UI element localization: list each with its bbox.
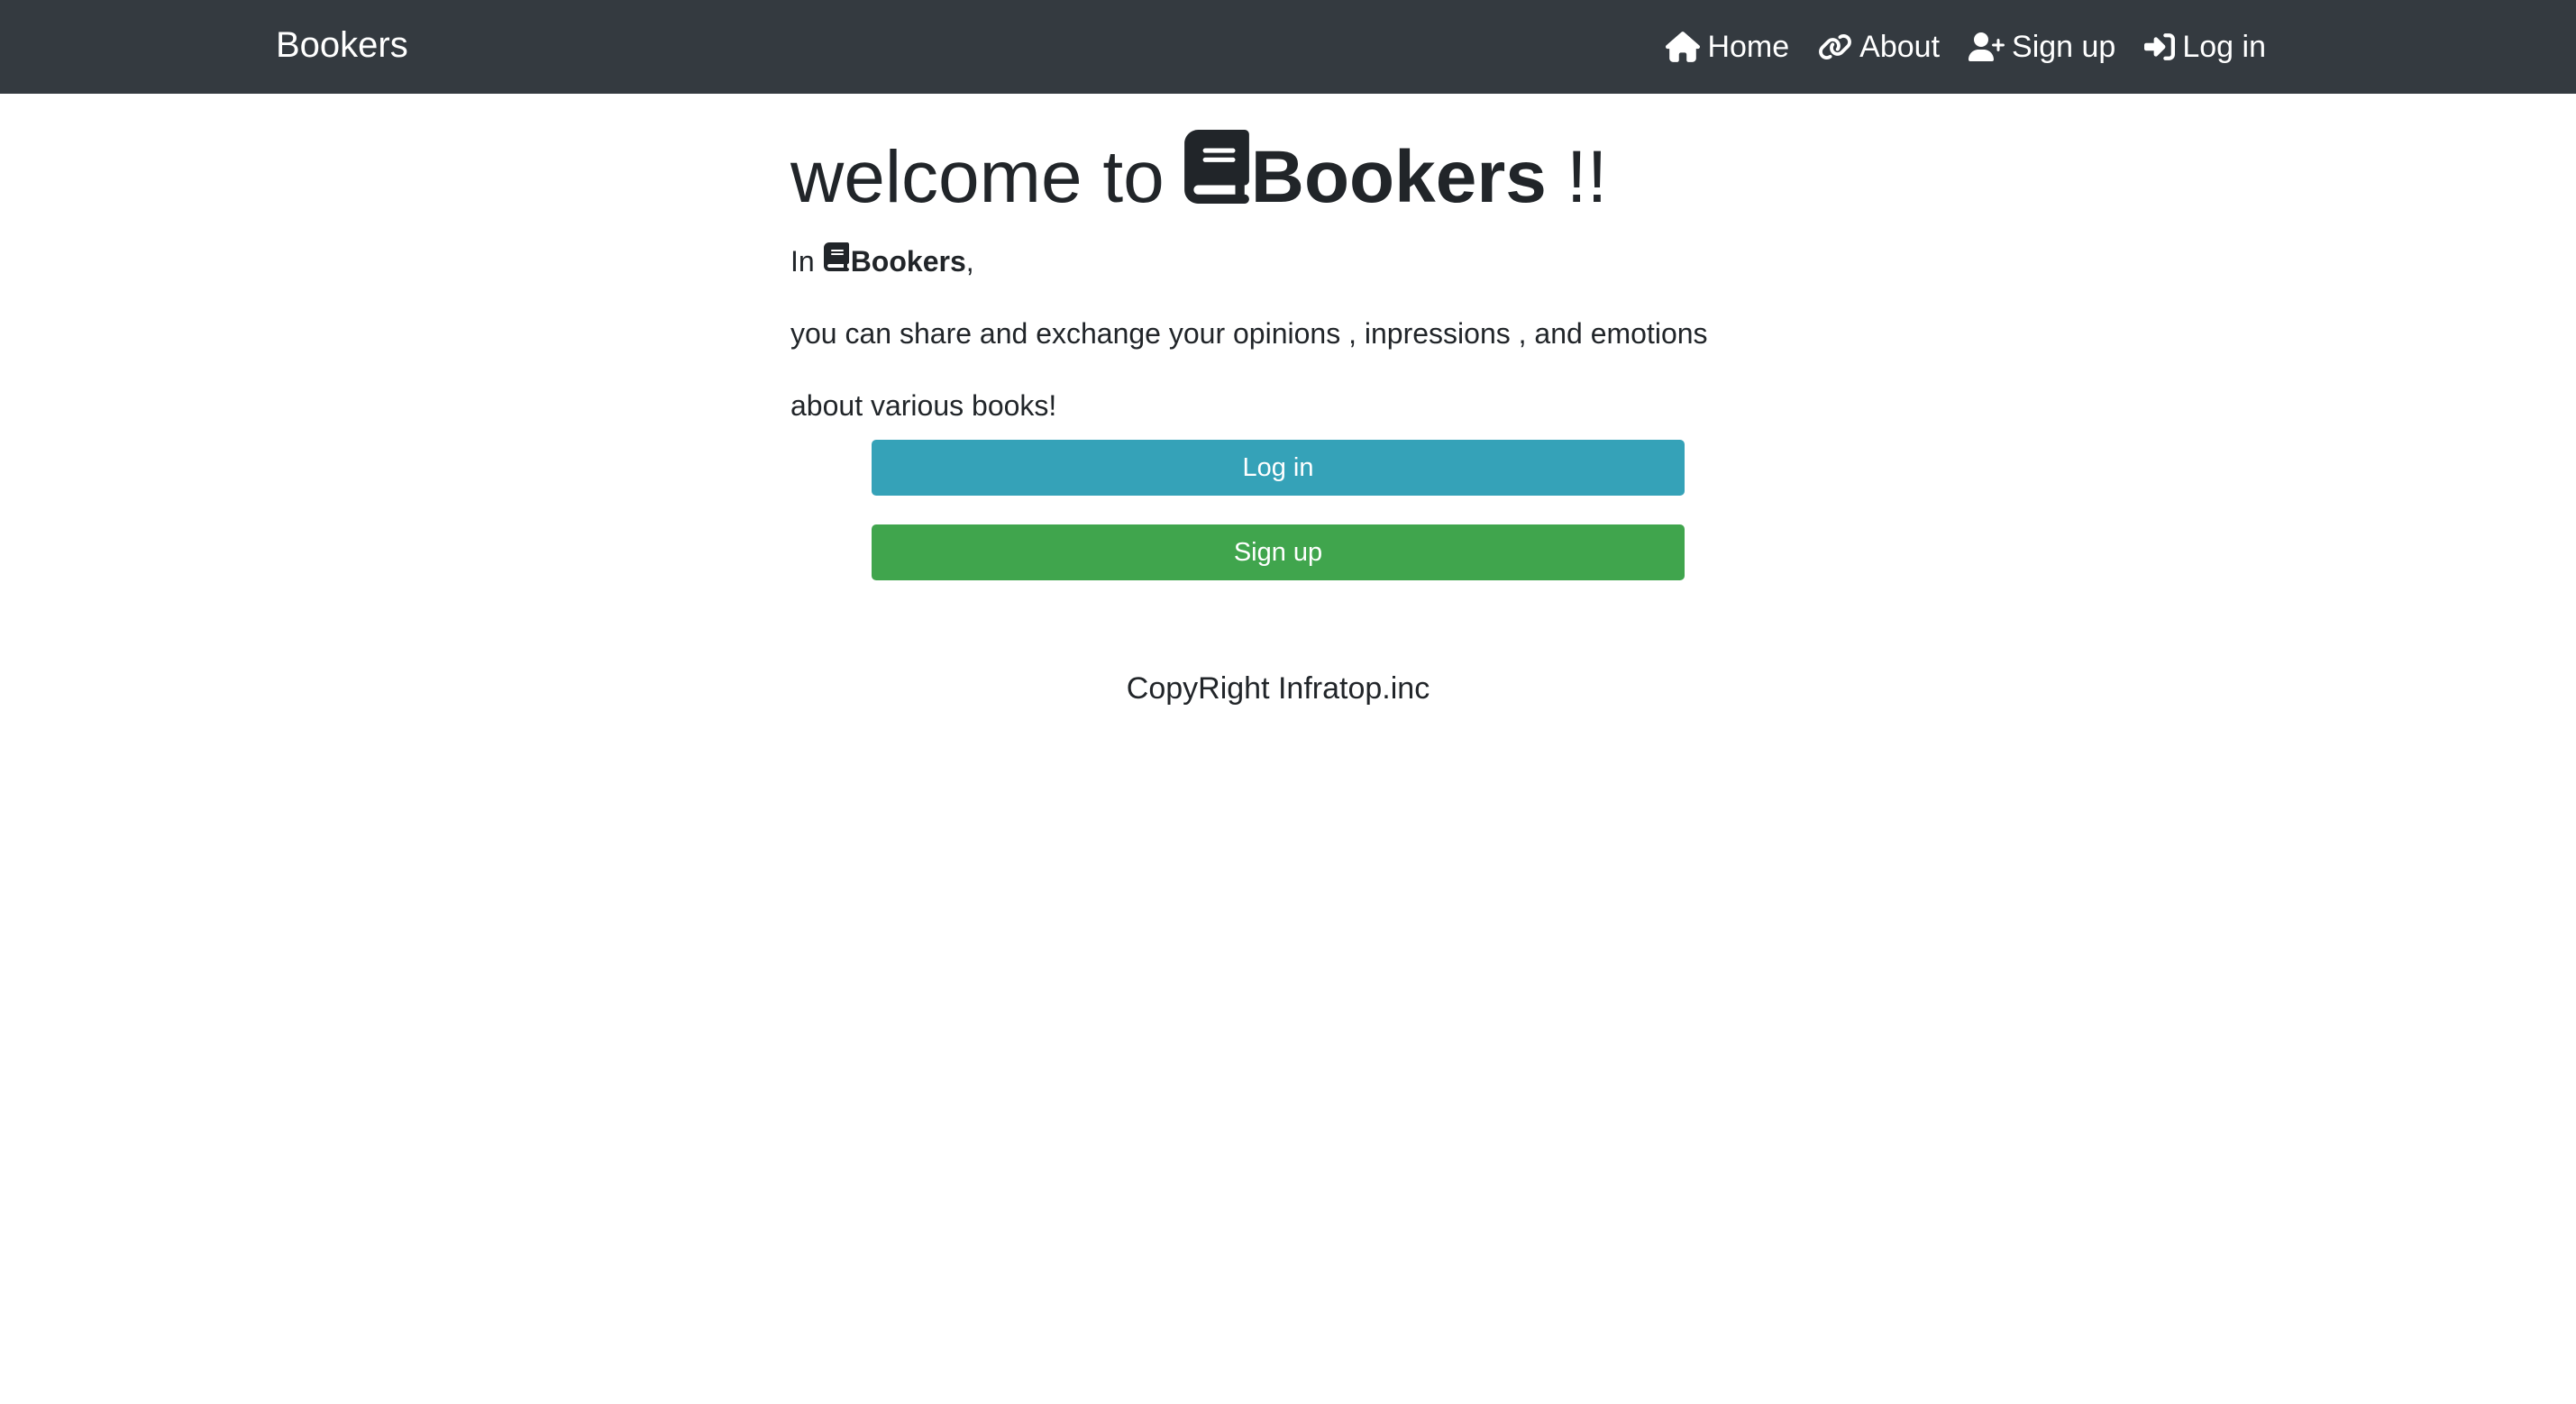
nav-login-label: Log in xyxy=(2182,30,2266,64)
nav-about-label: About xyxy=(1859,30,1941,64)
intro-prefix: In xyxy=(790,244,815,278)
home-icon xyxy=(1666,32,1701,62)
navbar: Bookers Home About Sign up Log in xyxy=(0,0,2576,94)
nav-home-label: Home xyxy=(1707,30,1790,64)
intro-suffix: , xyxy=(965,244,974,278)
copyright-text: CopyRight Infratop.inc xyxy=(1126,671,1430,706)
title-suffix: !! xyxy=(1566,135,1608,218)
title-brand: Bookers xyxy=(1250,135,1547,218)
login-button[interactable]: Log in xyxy=(872,440,1685,496)
nav-home-link[interactable]: Home xyxy=(1666,29,1789,65)
nav-about-link[interactable]: About xyxy=(1818,29,1940,65)
page-title: welcome to Bookers !! xyxy=(790,130,1786,224)
intro-brand: Bookers xyxy=(850,244,966,278)
description-line-1: you can share and exchange your opinions… xyxy=(790,317,1708,350)
brand-logo-link[interactable]: Bookers xyxy=(276,23,408,67)
link-icon xyxy=(1818,32,1852,62)
nav-login-link[interactable]: Log in xyxy=(2144,29,2266,65)
book-small-icon xyxy=(823,242,849,279)
nav-signup-link[interactable]: Sign up xyxy=(1969,29,2115,65)
book-icon xyxy=(1183,130,1249,224)
main-content: welcome to Bookers !! In Bookers , you c… xyxy=(790,94,1786,580)
nav-signup-label: Sign up xyxy=(2012,30,2116,64)
user-plus-icon xyxy=(1969,32,2005,62)
signup-button[interactable]: Sign up xyxy=(872,524,1685,580)
title-prefix: welcome to xyxy=(790,135,1165,218)
intro-line: In Bookers , xyxy=(790,242,1786,279)
sign-in-icon xyxy=(2144,32,2176,62)
footer: CopyRight Infratop.inc xyxy=(0,669,2556,708)
description-line-2: about various books! xyxy=(790,389,1057,422)
nav-links: Home About Sign up Log in xyxy=(1666,0,2266,94)
